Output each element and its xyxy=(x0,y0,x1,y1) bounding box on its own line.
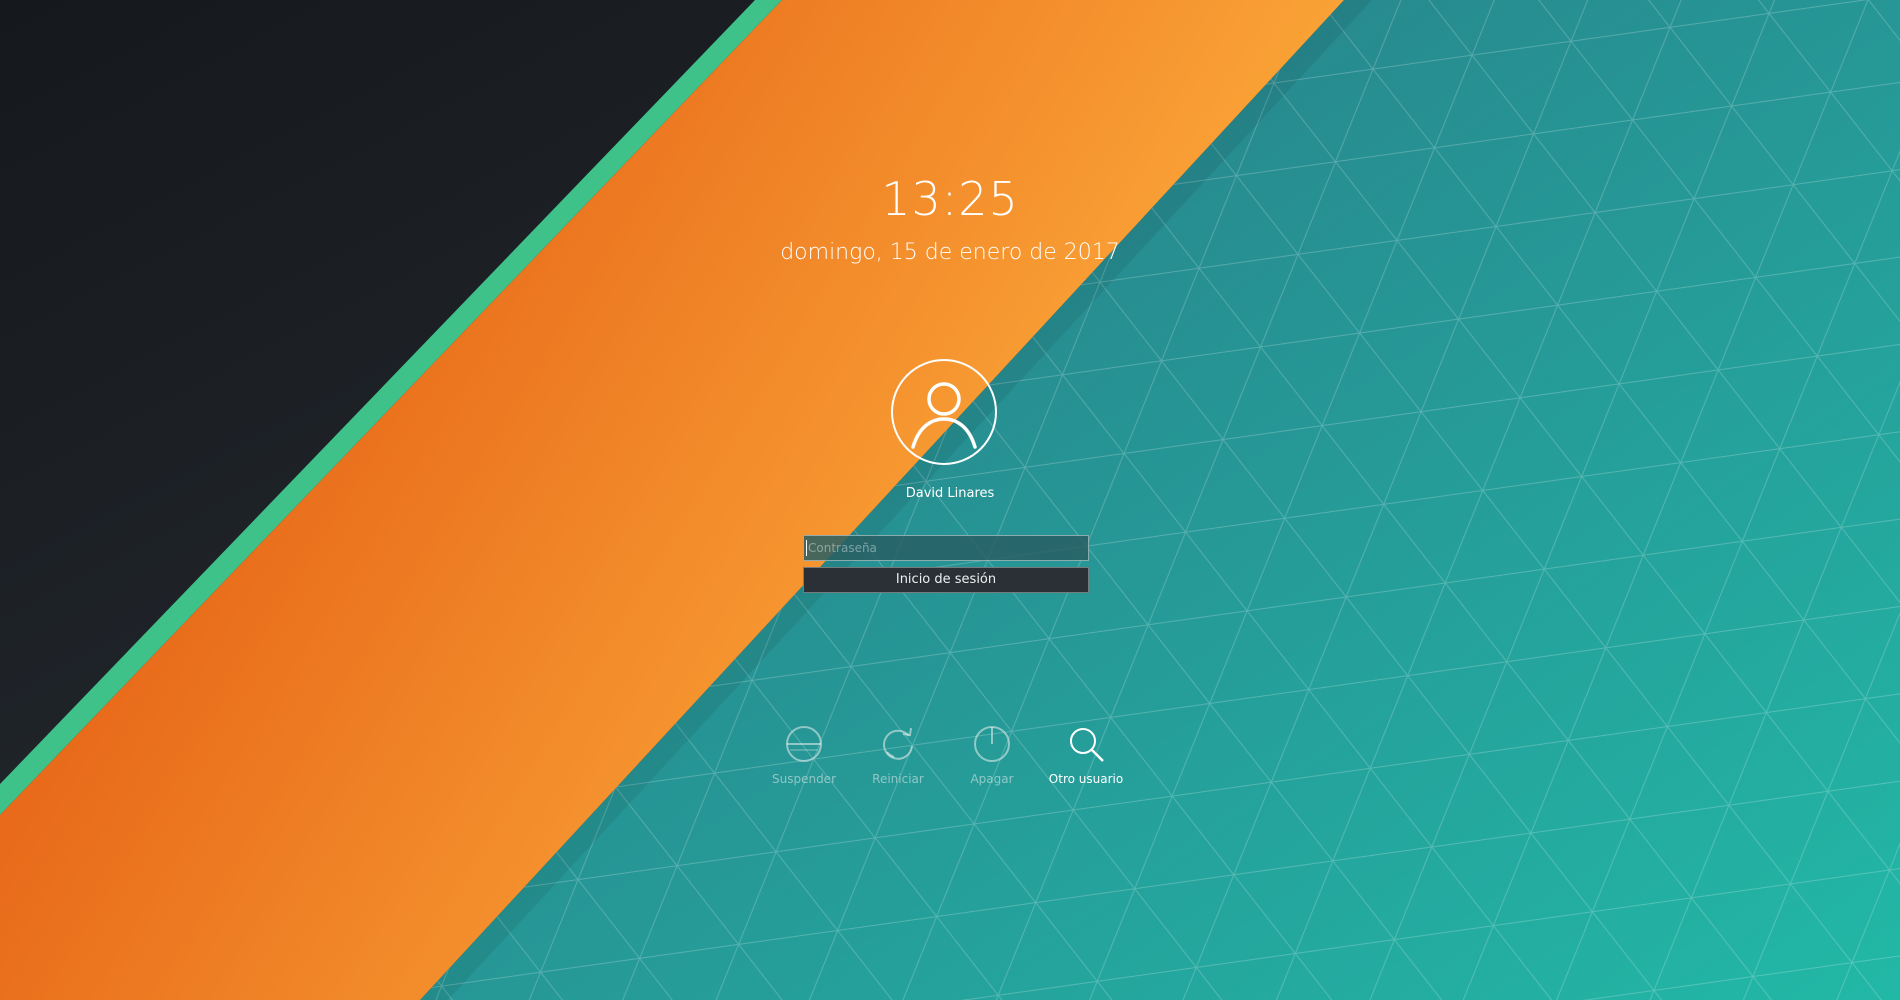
clock: 13:25 xyxy=(881,172,1019,226)
date-label: domingo, 15 de enero de 2017 xyxy=(780,240,1120,265)
power-icon xyxy=(974,726,1010,762)
user-name: David Linares xyxy=(905,486,995,501)
user-avatar[interactable] xyxy=(891,359,997,465)
lock-screen: 13:25 domingo, 15 de enero de 2017 David… xyxy=(0,0,1900,1000)
password-field[interactable] xyxy=(803,535,1089,561)
other-user-button[interactable]: Otro usuario xyxy=(1031,722,1141,794)
search-icon xyxy=(1070,728,1104,762)
other-user-label: Otro usuario xyxy=(1048,772,1124,786)
text-caret xyxy=(806,540,807,556)
user-icon xyxy=(911,382,977,449)
restart-icon xyxy=(883,727,913,760)
login-button[interactable]: Inicio de sesión xyxy=(803,567,1089,593)
suspend-icon xyxy=(786,726,822,762)
